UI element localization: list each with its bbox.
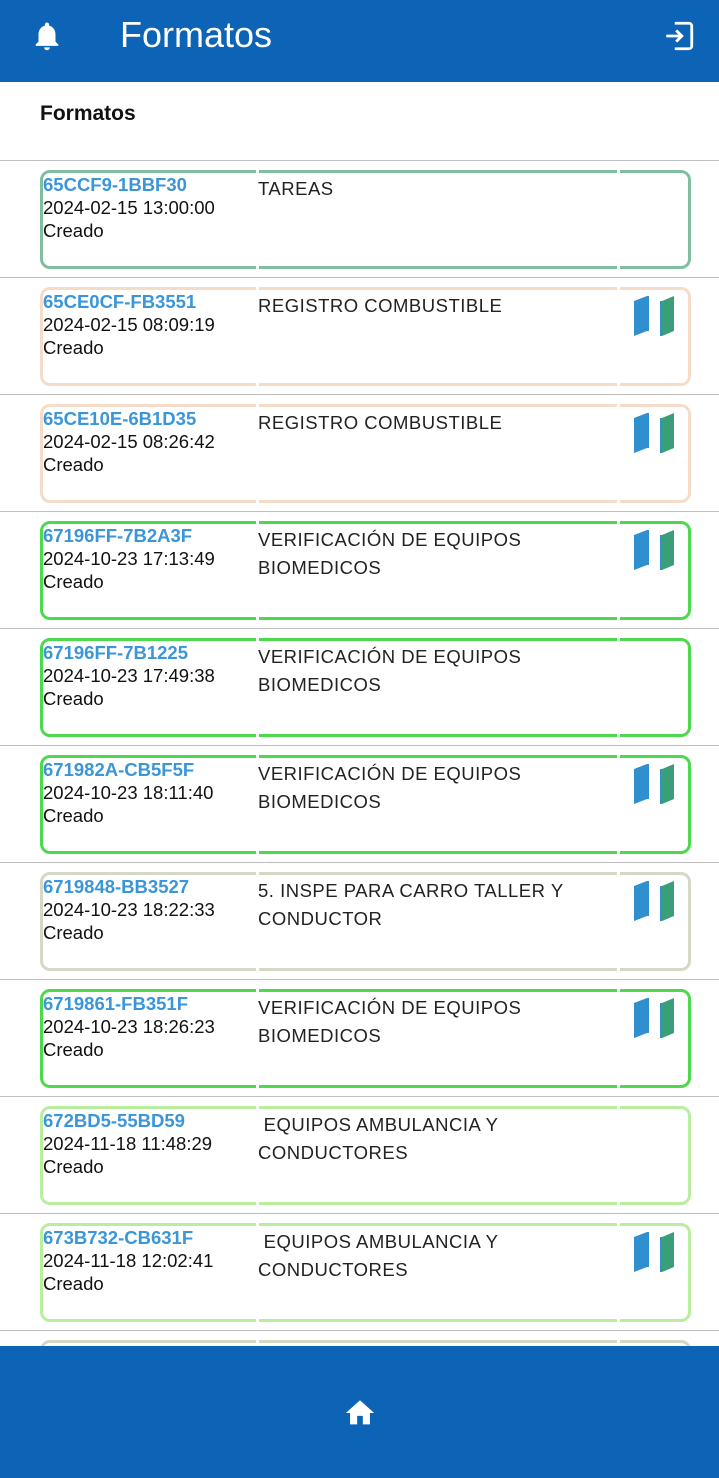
format-name: REGISTRO COMBUSTIBLE: [258, 295, 503, 316]
column-divider: [617, 1223, 620, 1322]
map-icon[interactable]: [633, 880, 675, 922]
format-code: 65CE0CF-FB3551: [43, 291, 197, 312]
format-status: Creado: [43, 220, 104, 241]
list-item[interactable]: 672BD5-55BD59 2024-11-18 11:48:29 Creado E…: [0, 1097, 719, 1214]
format-name: 5. INSPE PARA CARRO TALLER Y CONDUCTOR: [258, 880, 564, 929]
column-divider: [617, 170, 620, 269]
format-name: VERIFICACIÓN DE EQUIPOS BIOMEDICOS: [258, 646, 522, 695]
list-item[interactable]: 673B732-CB631F 2024-11-18 12:02:41 Creado …: [0, 1214, 719, 1331]
column-divider: [617, 1106, 620, 1205]
column-divider: [617, 755, 620, 854]
format-name: VERIFICACIÓN DE EQUIPOS BIOMEDICOS: [258, 529, 522, 578]
app-title: Formatos: [120, 14, 273, 55]
format-name: EQUIPOS AMBULANCIA Y CONDUCTORES: [258, 1231, 499, 1280]
section-header: Formatos: [0, 82, 719, 161]
list-item[interactable]: [0, 1331, 719, 1346]
format-status: Creado: [43, 1156, 104, 1177]
format-date: 2024-10-23 17:49:38: [43, 665, 215, 686]
bell-icon[interactable]: [30, 18, 64, 54]
section-title: Formatos: [40, 102, 136, 125]
map-icon[interactable]: [633, 763, 675, 805]
format-date: 2024-10-23 18:11:40: [43, 782, 214, 803]
list-item[interactable]: 65CE10E-6B1D35 2024-02-15 08:26:42 Creado R…: [0, 395, 719, 512]
bottom-nav-bar: [0, 1346, 719, 1478]
list-item[interactable]: 671982A-CB5F5F 2024-10-23 18:11:40 Creado V…: [0, 746, 719, 863]
format-code: 672BD5-55BD59: [43, 1110, 185, 1131]
format-status: Creado: [43, 571, 104, 592]
format-name: TAREAS: [258, 178, 334, 199]
format-status: Creado: [43, 922, 104, 943]
format-date: 2024-11-18 12:02:41: [43, 1250, 214, 1271]
format-list: 65CCF9-1BBF30 2024-02-15 13:00:00 Creado TA…: [0, 161, 719, 1346]
format-status: Creado: [43, 805, 104, 826]
column-divider: [617, 989, 620, 1088]
column-divider: [617, 872, 620, 971]
format-code: 6719861-FB351F: [43, 993, 189, 1014]
format-date: 2024-10-23 18:22:33: [43, 899, 215, 920]
format-name: VERIFICACIÓN DE EQUIPOS BIOMEDICOS: [258, 997, 522, 1046]
list-item[interactable]: 67196FF-7B1225 2024-10-23 17:49:38 Creado V…: [0, 629, 719, 746]
format-status: Creado: [43, 1273, 104, 1294]
top-app-bar: Formatos: [0, 0, 719, 82]
format-status: Creado: [43, 688, 104, 709]
list-item[interactable]: 67196FF-7B2A3F 2024-10-23 17:13:49 Creado V…: [0, 512, 719, 629]
format-name: REGISTRO COMBUSTIBLE: [258, 412, 503, 433]
format-code: 67196FF-7B2A3F: [43, 525, 193, 546]
format-date: 2024-02-15 08:26:42: [43, 431, 215, 452]
format-code: 65CCF9-1BBF30: [43, 174, 187, 195]
map-icon[interactable]: [633, 412, 675, 454]
format-code: 67196FF-7B1225: [43, 642, 189, 663]
format-name: VERIFICACIÓN DE EQUIPOS BIOMEDICOS: [258, 763, 522, 812]
format-status: Creado: [43, 337, 104, 358]
format-date: 2024-02-15 08:09:19: [43, 314, 215, 335]
list-item[interactable]: 65CE0CF-FB3551 2024-02-15 08:09:19 Creado R…: [0, 278, 719, 395]
format-code: 673B732-CB631F: [43, 1227, 194, 1248]
format-code: 6719848-BB3527: [43, 876, 190, 897]
format-code: 671982A-CB5F5F: [43, 759, 195, 780]
map-icon[interactable]: [633, 1231, 675, 1273]
column-divider: [617, 404, 620, 503]
format-date: 2024-10-23 18:26:23: [43, 1016, 215, 1037]
format-date: 2024-10-23 17:13:49: [43, 548, 215, 569]
map-icon[interactable]: [633, 295, 675, 337]
home-icon[interactable]: [342, 1396, 378, 1430]
column-divider: [617, 287, 620, 386]
logout-icon[interactable]: [661, 19, 697, 53]
list-item[interactable]: 6719861-FB351F 2024-10-23 18:26:23 Creado V…: [0, 980, 719, 1097]
column-divider: [617, 521, 620, 620]
format-status: Creado: [43, 1039, 104, 1060]
format-status: Creado: [43, 454, 104, 475]
format-date: 2024-11-18 11:48:29: [43, 1133, 213, 1154]
format-name: EQUIPOS AMBULANCIA Y CONDUCTORES: [258, 1114, 499, 1163]
map-icon[interactable]: [633, 529, 675, 571]
format-code: 65CE10E-6B1D35: [43, 408, 197, 429]
list-item[interactable]: 65CCF9-1BBF30 2024-02-15 13:00:00 Creado TA…: [0, 161, 719, 278]
map-icon[interactable]: [633, 997, 675, 1039]
list-item[interactable]: 6719848-BB3527 2024-10-23 18:22:33 Creado 5…: [0, 863, 719, 980]
column-divider: [617, 638, 620, 737]
format-date: 2024-02-15 13:00:00: [43, 197, 215, 218]
